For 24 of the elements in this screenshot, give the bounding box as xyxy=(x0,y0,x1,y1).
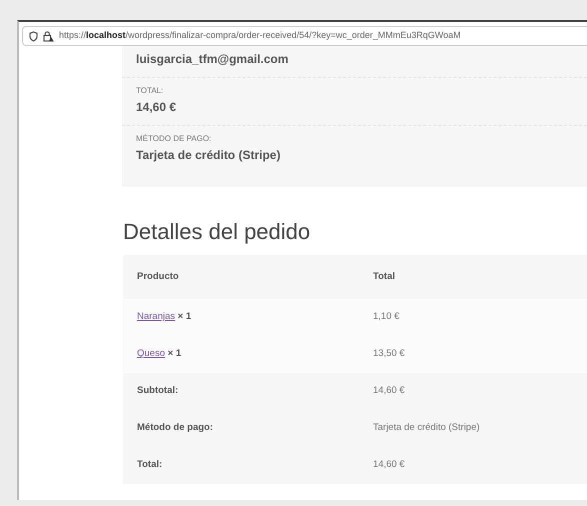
section-title: Detalles del pedido xyxy=(123,218,310,245)
column-header: Producto xyxy=(137,270,179,282)
overview-value: luisgarcia_tfm@gmail.com xyxy=(136,51,288,68)
overview-value: 14,60 € xyxy=(136,99,176,116)
overview-label: MÉTODO DE PAGO: xyxy=(136,132,212,144)
column-header: Total xyxy=(373,270,395,282)
overview-value: Tarjeta de crédito (Stripe) xyxy=(136,147,280,164)
total-value: 14,60 € xyxy=(373,459,405,470)
quantity-text: × 1 xyxy=(178,311,192,322)
overview-label: TOTAL: xyxy=(136,84,164,96)
total-label: Método de pago: xyxy=(137,422,213,434)
lock-icon xyxy=(43,30,54,42)
item-total: 13,50 € xyxy=(373,348,405,360)
total-value: 14,60 € xyxy=(373,385,405,396)
product-link[interactable]: Queso xyxy=(137,348,165,360)
item-total: 1,10 € xyxy=(373,311,400,322)
product-link[interactable]: Naranjas xyxy=(137,311,176,322)
total-value: Tarjeta de crédito (Stripe) xyxy=(373,422,480,434)
quantity-text: × 1 xyxy=(168,348,182,360)
address-bar[interactable]: https://localhost/wordpress/finalizar-compra/order-received/54/?key=wc_order_MMmEu3RqGWoaM xyxy=(22,26,587,46)
shield-icon xyxy=(29,30,38,42)
total-label: Subtotal: xyxy=(137,385,178,396)
url-text: https://localhost/wordpress/finalizar-compra/order-received/54/?key=wc_order_MMmEu3RqGWoaM xyxy=(59,29,461,42)
total-label: Total: xyxy=(137,459,162,470)
